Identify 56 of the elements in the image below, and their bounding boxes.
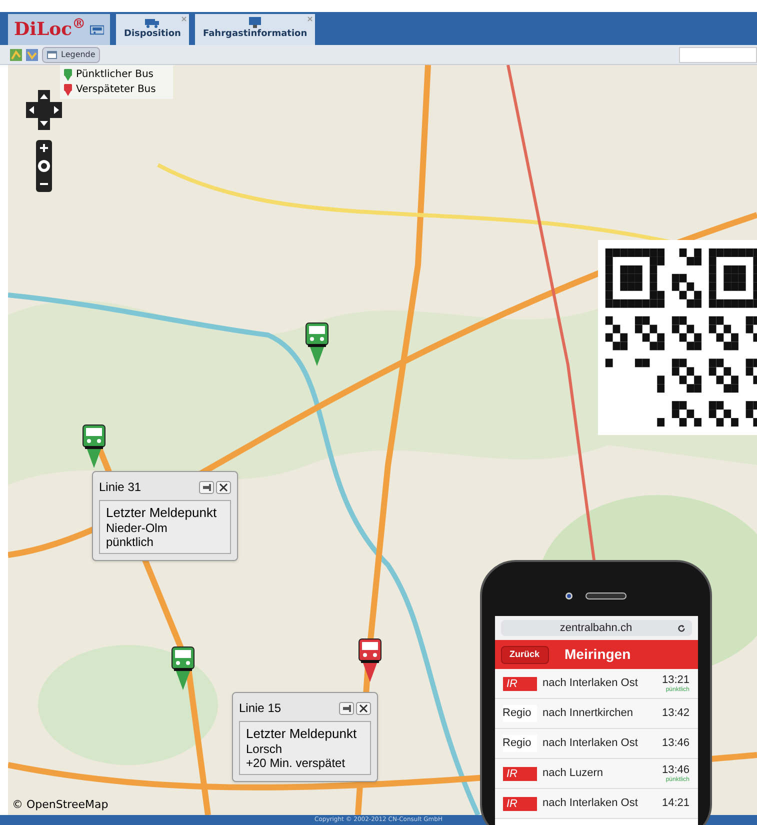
logo-text: DiLoc$^{®}$: [14, 16, 86, 42]
url-bar[interactable]: zentralbahn.ch: [500, 620, 692, 636]
reload-icon[interactable]: [676, 624, 686, 632]
train-type: IR: [502, 766, 536, 780]
destination: nach Innertkirchen: [542, 706, 634, 722]
search-field[interactable]: [679, 46, 757, 62]
departure-row[interactable]: Regio nach Innertkirchen 13:42: [494, 699, 698, 729]
departure-row[interactable]: IR nach Interlaken Ost 14:21: [494, 789, 698, 819]
bus-marker-icon[interactable]: [358, 638, 382, 684]
destination: nach Interlaken Ost: [542, 676, 639, 692]
popup-title: Linie 15: [239, 700, 282, 717]
train-type: Regio: [502, 735, 536, 752]
departure-time: 13:46: [662, 737, 690, 750]
bus-marker-icon[interactable]: [171, 646, 195, 692]
train-type: IR: [502, 676, 536, 690]
popup-heading: Letzter Meldepunkt: [246, 726, 358, 742]
bus-marker-icon[interactable]: [305, 322, 329, 368]
legend-label: Verspäteter Bus: [76, 83, 156, 97]
legend-button[interactable]: Legende: [42, 46, 100, 62]
map-attribution: © OpenStreeMap: [12, 796, 108, 812]
departure-time: 13:42: [662, 707, 690, 720]
destination: nach Interlaken Ost: [542, 796, 639, 812]
map-icon[interactable]: [26, 48, 38, 60]
tab[interactable]: Fahrgastinformation: [194, 14, 316, 45]
departure-time: 14:21: [662, 797, 690, 810]
speaker-icon: [585, 592, 627, 600]
pan-control-icon[interactable]: [26, 90, 62, 130]
bus-marker-icon[interactable]: [82, 424, 106, 470]
popup-title: Linie 31: [99, 479, 142, 496]
departure-time: 13:46: [662, 764, 690, 776]
popup-status: pünktlich: [106, 535, 154, 549]
pin-icon[interactable]: [199, 480, 214, 494]
legend-label: Pünktlicher Bus: [76, 68, 154, 82]
monitor-icon: [248, 16, 262, 28]
popup-place: Nieder-Olm: [106, 521, 168, 535]
train-type: IR: [502, 796, 536, 810]
popup-place: Lorsch: [246, 742, 284, 756]
close-icon[interactable]: [356, 702, 371, 714]
tab[interactable]: Disposition: [116, 14, 189, 45]
back-button[interactable]: Zurück: [500, 646, 549, 664]
train-type: Regio: [502, 705, 536, 722]
close-icon[interactable]: [216, 480, 231, 494]
popup-heading: Letzter Meldepunkt: [106, 505, 218, 521]
qr-code-icon: [598, 240, 757, 435]
departure-row[interactable]: Regio nach Interlaken Ost 13:46: [494, 729, 698, 759]
nav-title: Meiringen: [564, 645, 631, 664]
truck-icon: [145, 18, 160, 28]
destination: nach Interlaken Ost: [542, 736, 639, 752]
camera-icon: [565, 592, 573, 600]
url-text: zentralbahn.ch: [560, 620, 632, 636]
window-icon: [47, 50, 57, 58]
departure-time: 13:21: [662, 674, 690, 686]
popup-status: +20 Min. verspätet: [246, 756, 346, 770]
zoom-control-icon[interactable]: [34, 140, 54, 192]
destination: nach Luzern: [542, 766, 604, 782]
pin-icon[interactable]: [339, 702, 354, 714]
